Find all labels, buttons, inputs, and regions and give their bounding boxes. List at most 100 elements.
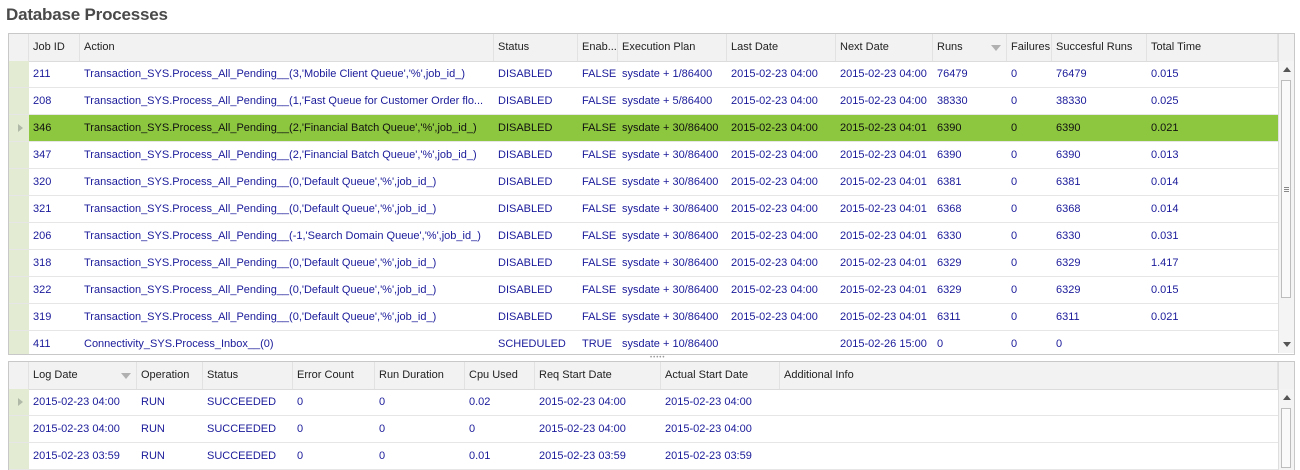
process-row[interactable]: 347 Transaction_SYS.Process_All_Pending__… (9, 142, 1278, 169)
cell-status[interactable]: DISABLED (494, 115, 578, 142)
cell-total-time[interactable]: 0.031 (1147, 223, 1278, 250)
cell-job-id[interactable]: 347 (29, 142, 80, 169)
row-selector[interactable] (9, 115, 29, 141)
column-header-enab[interactable]: Enab... (578, 34, 618, 61)
processes-scrollbar[interactable] (1278, 61, 1294, 353)
cell-total-time[interactable]: 0.013 (1147, 142, 1278, 169)
cell-total-time[interactable] (1147, 331, 1278, 354)
cell-last-date[interactable]: 2015-02-23 04:00 (727, 169, 836, 196)
cell-last-date[interactable]: 2015-02-23 04:00 (727, 250, 836, 277)
column-header-additional-info[interactable]: Additional Info (780, 362, 1278, 389)
cell-execution-plan[interactable]: sysdate + 30/86400 (618, 223, 727, 250)
column-header-error-count[interactable]: Error Count (293, 362, 375, 389)
cell-succesful-runs[interactable]: 6368 (1052, 196, 1147, 223)
cell-runs[interactable]: 6390 (933, 115, 1007, 142)
cell-failures[interactable]: 0 (1007, 61, 1052, 88)
cell-runs[interactable]: 6329 (933, 277, 1007, 304)
row-selector[interactable] (9, 250, 29, 276)
cell-succesful-runs[interactable]: 6390 (1052, 142, 1147, 169)
cell-enab[interactable]: FALSE (578, 250, 618, 277)
cell-job-id[interactable]: 211 (29, 61, 80, 88)
cell-job-id[interactable]: 206 (29, 223, 80, 250)
cell-action[interactable]: Transaction_SYS.Process_All_Pending__(2,… (80, 142, 494, 169)
cell-operation[interactable]: RUN (137, 416, 203, 443)
cell-total-time[interactable]: 0.014 (1147, 196, 1278, 223)
column-header-req-start-date[interactable]: Req Start Date (535, 362, 661, 389)
cell-failures[interactable]: 0 (1007, 304, 1052, 331)
cell-succesful-runs[interactable]: 6329 (1052, 250, 1147, 277)
cell-total-time[interactable]: 0.015 (1147, 61, 1278, 88)
cell-execution-plan[interactable]: sysdate + 30/86400 (618, 169, 727, 196)
row-selector[interactable] (9, 277, 29, 303)
process-row[interactable]: 321 Transaction_SYS.Process_All_Pending__… (9, 196, 1278, 223)
cell-next-date[interactable]: 2015-02-23 04:01 (836, 277, 933, 304)
cell-last-date[interactable]: 2015-02-23 04:00 (727, 142, 836, 169)
cell-req-start-date[interactable]: 2015-02-23 04:00 (535, 416, 661, 443)
cell-total-time[interactable]: 0.014 (1147, 169, 1278, 196)
cell-succesful-runs[interactable]: 38330 (1052, 88, 1147, 115)
cell-status[interactable]: DISABLED (494, 277, 578, 304)
column-header-execution-plan[interactable]: Execution Plan (618, 34, 727, 61)
cell-enab[interactable]: FALSE (578, 115, 618, 142)
cell-req-start-date[interactable]: 2015-02-23 03:59 (535, 443, 661, 470)
cell-job-id[interactable]: 322 (29, 277, 80, 304)
cell-actual-start-date[interactable]: 2015-02-23 04:00 (661, 416, 780, 443)
column-header-action[interactable]: Action (80, 34, 494, 61)
cell-status[interactable]: DISABLED (494, 250, 578, 277)
row-selector[interactable] (9, 196, 29, 222)
cell-cpu-used[interactable]: 0.01 (465, 443, 535, 470)
cell-last-date[interactable]: 2015-02-23 04:00 (727, 88, 836, 115)
cell-action[interactable]: Transaction_SYS.Process_All_Pending__(0,… (80, 169, 494, 196)
cell-failures[interactable]: 0 (1007, 169, 1052, 196)
cell-last-date[interactable]: 2015-02-23 04:00 (727, 196, 836, 223)
cell-runs[interactable]: 6329 (933, 250, 1007, 277)
log-row[interactable]: 2015-02-23 04:00 RUN SUCCEEDED 0 0 0.02 2015-0… (9, 389, 1278, 416)
process-row[interactable]: 411 Connectivity_SYS.Process_Inbox__(0) SC… (9, 331, 1278, 354)
row-selector[interactable] (9, 169, 29, 195)
cell-last-date[interactable]: 2015-02-23 04:00 (727, 223, 836, 250)
cell-execution-plan[interactable]: sysdate + 30/86400 (618, 304, 727, 331)
cell-error-count[interactable]: 0 (293, 389, 375, 416)
cell-action[interactable]: Transaction_SYS.Process_All_Pending__(0,… (80, 250, 494, 277)
cell-next-date[interactable]: 2015-02-23 04:01 (836, 223, 933, 250)
cell-action[interactable]: Transaction_SYS.Process_All_Pending__(2,… (80, 115, 494, 142)
cell-execution-plan[interactable]: sysdate + 5/86400 (618, 88, 727, 115)
cell-execution-plan[interactable]: sysdate + 30/86400 (618, 277, 727, 304)
cell-run-duration[interactable]: 0 (375, 389, 465, 416)
column-header-total-time[interactable]: Total Time (1147, 34, 1278, 61)
cell-action[interactable]: Transaction_SYS.Process_All_Pending__(0,… (80, 277, 494, 304)
cell-action[interactable]: Transaction_SYS.Process_All_Pending__(3,… (80, 61, 494, 88)
row-selector[interactable] (9, 443, 29, 469)
cell-status[interactable]: DISABLED (494, 169, 578, 196)
cell-action[interactable]: Transaction_SYS.Process_All_Pending__(0,… (80, 304, 494, 331)
cell-error-count[interactable]: 0 (293, 443, 375, 470)
sort-descending-icon[interactable] (991, 45, 1001, 51)
cell-status[interactable]: DISABLED (494, 142, 578, 169)
process-row[interactable]: 346 Transaction_SYS.Process_All_Pending__… (9, 115, 1278, 142)
column-header-job-id[interactable]: Job ID (29, 34, 80, 61)
cell-failures[interactable]: 0 (1007, 88, 1052, 115)
cell-status[interactable]: DISABLED (494, 223, 578, 250)
cell-execution-plan[interactable]: sysdate + 1/86400 (618, 61, 727, 88)
cell-action[interactable]: Transaction_SYS.Process_All_Pending__(0,… (80, 196, 494, 223)
cell-next-date[interactable]: 2015-02-23 04:00 (836, 61, 933, 88)
scroll-up-icon[interactable] (1283, 67, 1291, 72)
cell-next-date[interactable]: 2015-02-23 04:01 (836, 250, 933, 277)
scroll-up-icon[interactable] (1283, 395, 1291, 400)
row-selector[interactable] (9, 142, 29, 168)
cell-actual-start-date[interactable]: 2015-02-23 03:59 (661, 443, 780, 470)
panel-splitter[interactable]: ••••• (8, 354, 1295, 361)
row-selector[interactable] (9, 223, 29, 249)
row-selector[interactable] (9, 88, 29, 114)
cell-succesful-runs[interactable]: 6390 (1052, 115, 1147, 142)
cell-status[interactable]: DISABLED (494, 304, 578, 331)
cell-runs[interactable]: 76479 (933, 61, 1007, 88)
cell-succesful-runs[interactable]: 6381 (1052, 169, 1147, 196)
cell-last-date[interactable]: 2015-02-23 04:00 (727, 277, 836, 304)
cell-enab[interactable]: FALSE (578, 196, 618, 223)
cell-succesful-runs[interactable]: 6311 (1052, 304, 1147, 331)
cell-failures[interactable]: 0 (1007, 223, 1052, 250)
cell-enab[interactable]: TRUE (578, 331, 618, 354)
cell-job-id[interactable]: 208 (29, 88, 80, 115)
cell-log-date[interactable]: 2015-02-23 04:00 (29, 416, 137, 443)
